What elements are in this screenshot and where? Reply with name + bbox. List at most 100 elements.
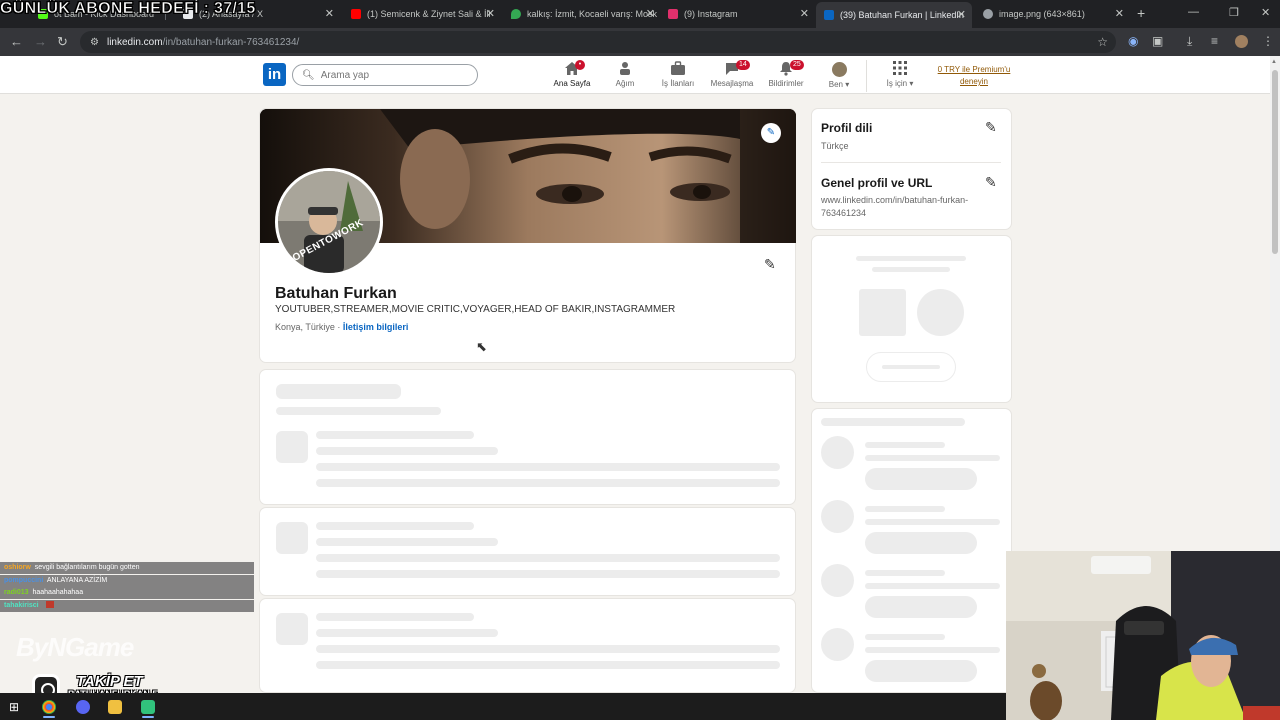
skeleton-bar (856, 256, 966, 261)
minimize-icon[interactable]: — (1188, 6, 1199, 18)
edit-intro-pencil-icon[interactable]: ✎ (764, 256, 776, 273)
skeleton-thumb (276, 522, 308, 554)
forward-arrow-icon[interactable]: → (34, 34, 47, 49)
skeleton-bar (316, 522, 474, 530)
discord-taskbar-icon[interactable] (76, 700, 90, 714)
address-bar[interactable]: ⚙ linkedin.com/in/batuhan-furkan-7634612… (80, 31, 1116, 53)
close-icon[interactable]: ✕ (646, 7, 655, 20)
restore-icon[interactable]: ❐ (1229, 6, 1239, 19)
search-box[interactable]: 🔍︎ (292, 64, 478, 86)
skeleton-circle (821, 436, 854, 469)
close-icon[interactable]: ✕ (325, 7, 334, 20)
extension-icon[interactable]: ◉ (1128, 34, 1138, 48)
url-path: /in/batuhan-furkan-763461234/ (162, 36, 300, 48)
youtube-favicon-icon (351, 9, 361, 19)
nav-business[interactable]: İş için ▾ (871, 60, 929, 88)
tab-instagram[interactable]: (9) Instagram ✕ (660, 4, 815, 24)
chat-line: tahakirisci (0, 599, 254, 612)
close-icon[interactable]: ✕ (486, 7, 495, 20)
profile-avatar-icon[interactable] (1235, 35, 1248, 48)
tab-maps[interactable]: kalkış: İzmit, Kocaeli varış: Mosk ✕ (503, 4, 661, 24)
profile-language-title: Profil dili (821, 121, 873, 135)
site-settings-icon[interactable]: ⚙ (90, 37, 99, 48)
tab-image[interactable]: image.png (643×861) ✕ (975, 4, 1130, 24)
nav-messaging[interactable]: 14 Mesajlaşma (703, 60, 761, 88)
skeleton-circle (821, 628, 854, 661)
skeleton-thumb (859, 289, 906, 336)
skeleton-bar (872, 267, 950, 272)
bell-icon: 25 (757, 60, 815, 79)
page-scrollbar-thumb[interactable] (1272, 70, 1278, 254)
close-icon[interactable]: ✕ (1115, 7, 1124, 20)
stream-chat-overlay: oshiorw sevgili bağlantılarım bugün gott… (0, 562, 254, 612)
nav-notifications[interactable]: 25 Bildirimler (757, 60, 815, 88)
close-icon[interactable]: ✕ (957, 8, 966, 21)
grid-apps-icon (871, 61, 929, 79)
nav-label: Bildirimler (768, 79, 804, 88)
skeleton-bar (316, 447, 498, 455)
messaging-icon: 14 (703, 60, 761, 79)
chevron-down-icon: ▾ (845, 80, 850, 89)
premium-link[interactable]: 0 TRY ile Premium'u deneyin (930, 64, 1018, 88)
nav-label: İş İlanları (661, 79, 695, 88)
skeleton-bar (276, 384, 401, 399)
file-explorer-taskbar-icon[interactable] (108, 700, 122, 714)
download-icon[interactable]: ⤓ (1187, 34, 1192, 49)
profile-name: Batuhan Furkan (275, 285, 397, 302)
webcam-image (1006, 551, 1280, 720)
public-profile-title: Genel profil ve URL (821, 176, 933, 190)
bookmark-star-icon[interactable]: ☆ (1097, 35, 1108, 49)
skeleton-bar (865, 442, 945, 448)
tab-title: image.png (643×861) (999, 9, 1085, 19)
skeleton-bar (316, 554, 780, 562)
edit-language-pencil-icon[interactable]: ✎ (985, 119, 997, 136)
skeleton-bar (865, 647, 1000, 653)
tab-youtube[interactable]: (1) Semicenk & Ziynet Sali & İli ✕ (343, 4, 501, 24)
notifications-badge: 25 (790, 60, 804, 70)
skeleton-button (865, 468, 977, 490)
edit-banner-button[interactable]: ✎ (761, 123, 781, 143)
window-close-icon[interactable]: ✕ (1261, 6, 1270, 19)
scroll-up-icon[interactable]: ▲ (1271, 59, 1277, 65)
skeleton-bar (316, 613, 474, 621)
skeleton-circle (917, 289, 964, 336)
skeleton-button (865, 660, 977, 682)
skeleton-bar (316, 645, 780, 653)
skeleton-button (865, 532, 977, 554)
back-arrow-icon[interactable]: ← (10, 34, 23, 49)
search-input[interactable] (320, 69, 461, 81)
public-profile-url[interactable]: www.linkedin.com/in/batuhan-furkan- 7634… (821, 194, 968, 220)
profile-location: Konya, Türkiye (275, 322, 335, 332)
menu-kebab-icon[interactable]: ⋮ (1262, 34, 1274, 48)
contact-info-link[interactable]: İletişim bilgileri (343, 322, 409, 332)
globe-favicon-icon (983, 9, 993, 19)
skeleton-circle (821, 500, 854, 533)
messaging-badge: 14 (736, 60, 750, 70)
home-badge: • (575, 60, 585, 70)
puzzle-extensions-icon[interactable]: ▣ (1152, 34, 1163, 48)
skeleton-bar (821, 418, 965, 426)
nav-home[interactable]: • Ana Sayfa (543, 60, 601, 88)
nav-jobs[interactable]: İş İlanları (649, 60, 707, 88)
nav-network[interactable]: Ağım (596, 60, 654, 88)
windows-start-icon[interactable]: ⊞ (9, 700, 19, 714)
tab-linkedin[interactable]: (39) Batuhan Furkan | LinkedIn ✕ (816, 2, 972, 28)
skeleton-bar (316, 431, 474, 439)
app-taskbar-icon[interactable] (141, 700, 155, 714)
chevron-down-icon: ▾ (909, 79, 914, 88)
profile-language-value: Türkçe (821, 141, 849, 151)
skeleton-bar (865, 506, 945, 512)
nav-me[interactable]: Ben ▾ (810, 60, 868, 89)
new-tab-icon[interactable]: + (1137, 5, 1145, 21)
nav-label: Ana Sayfa (553, 79, 591, 88)
instagram-favicon-icon (668, 9, 678, 19)
edit-url-pencil-icon[interactable]: ✎ (985, 174, 997, 191)
skeleton-bar (865, 570, 945, 576)
skeleton-bar (316, 538, 498, 546)
linkedin-logo[interactable]: in (263, 63, 286, 86)
chrome-taskbar-icon[interactable] (42, 700, 56, 714)
close-icon[interactable]: ✕ (800, 7, 809, 20)
reload-icon[interactable]: ↻ (57, 34, 68, 50)
maps-favicon-icon (511, 9, 521, 19)
media-controls-icon[interactable]: ≡ (1211, 34, 1218, 48)
